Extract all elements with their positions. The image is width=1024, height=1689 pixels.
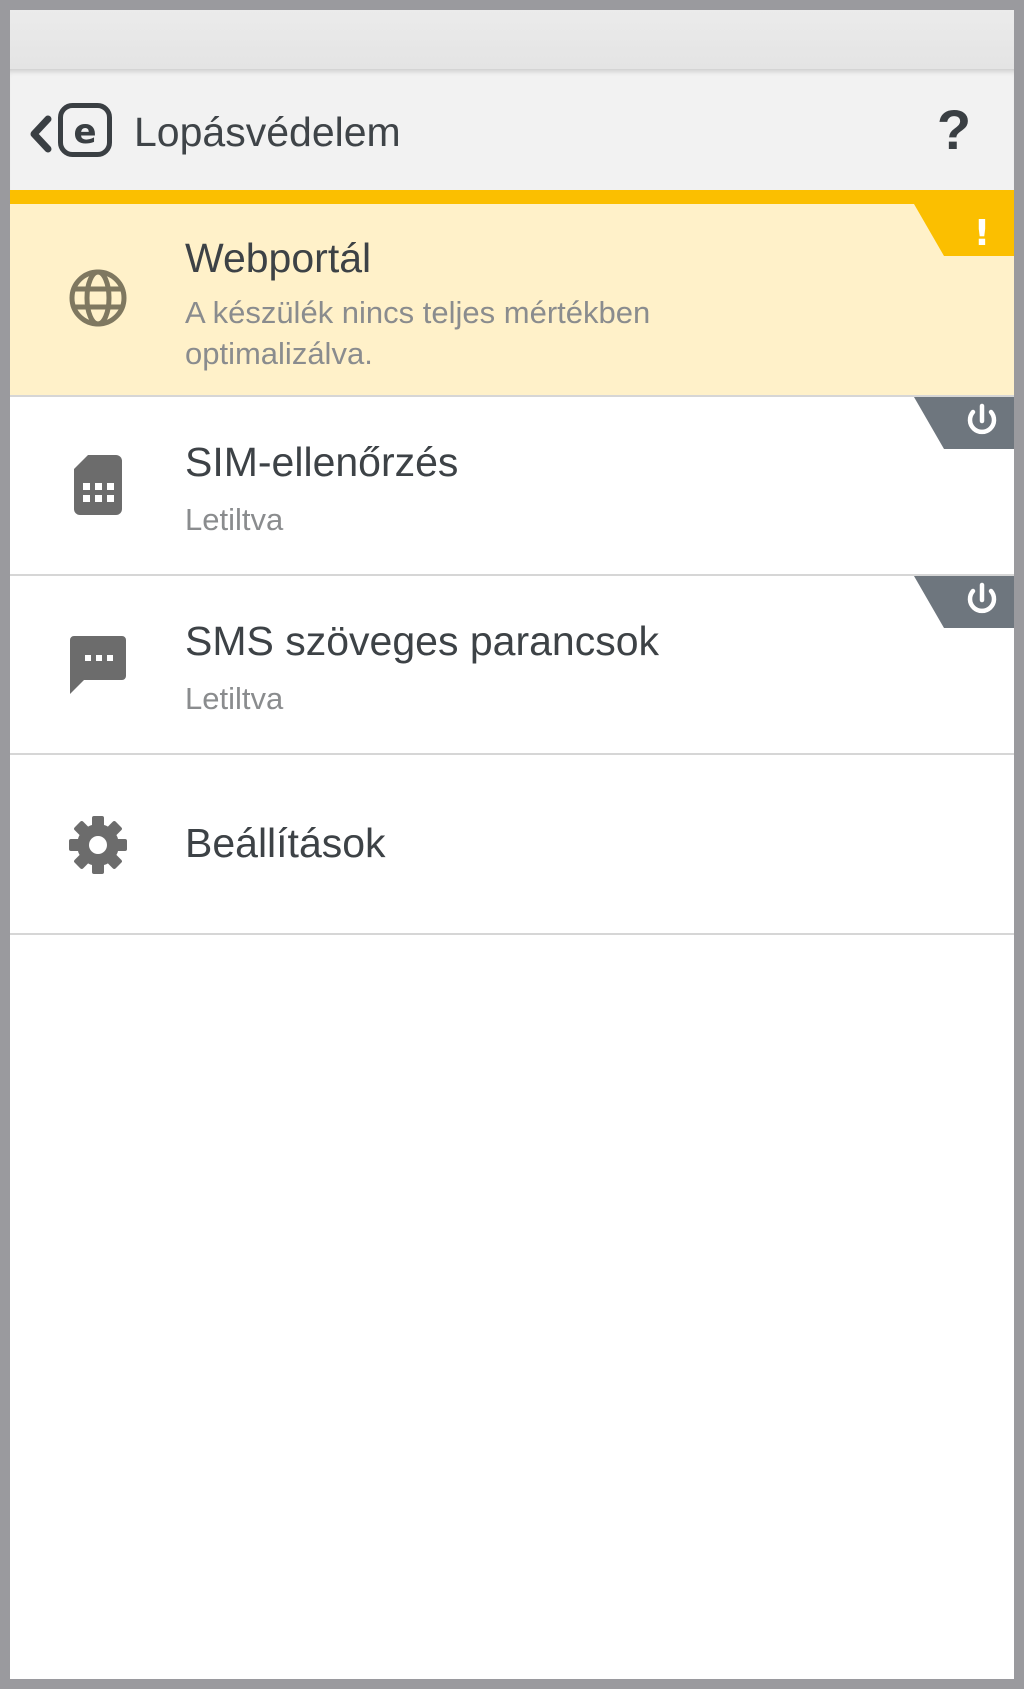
warning-exclamation-icon: ! bbox=[914, 204, 1014, 256]
status-bar bbox=[10, 10, 1014, 69]
logo-letter: e bbox=[73, 112, 96, 152]
app-bar: e Lopásvédelem ? bbox=[10, 69, 1014, 190]
list-item-sms-commands[interactable]: SMS szöveges parancsok Letiltva bbox=[10, 576, 1014, 755]
settings-title: Beállítások bbox=[185, 820, 386, 866]
power-icon bbox=[914, 397, 1014, 449]
help-button[interactable]: ? bbox=[934, 102, 974, 158]
warning-badge: ! bbox=[914, 204, 1014, 256]
back-chevron-icon[interactable] bbox=[27, 115, 53, 153]
eset-logo-icon: e bbox=[58, 103, 112, 157]
warning-strip bbox=[10, 190, 1014, 204]
warning-badge-text: ! bbox=[974, 213, 990, 254]
sim-check-title: SIM-ellenőrzés bbox=[185, 439, 459, 485]
app-screen: e Lopásvédelem ? Webportál A készülék ni… bbox=[10, 10, 1014, 1679]
list-item-sim-check[interactable]: SIM-ellenőrzés Letiltva bbox=[10, 397, 1014, 576]
disabled-badge bbox=[914, 397, 1014, 449]
sim-card-icon bbox=[74, 455, 122, 515]
webportal-title: Webportál bbox=[185, 235, 372, 281]
sms-commands-title: SMS szöveges parancsok bbox=[185, 618, 660, 664]
sms-message-icon bbox=[70, 636, 126, 694]
webportal-status: A készülék nincs teljes mértékben optima… bbox=[185, 295, 651, 371]
gear-icon bbox=[69, 816, 127, 874]
list-item-webportal[interactable]: Webportál A készülék nincs teljes mérték… bbox=[10, 204, 1014, 397]
list-item-settings[interactable]: Beállítások bbox=[10, 755, 1014, 935]
sim-check-status: Letiltva bbox=[185, 502, 284, 537]
sms-commands-status: Letiltva bbox=[185, 681, 284, 716]
power-icon bbox=[914, 576, 1014, 628]
page-title: Lopásvédelem bbox=[134, 109, 401, 155]
globe-icon bbox=[69, 269, 127, 327]
disabled-badge bbox=[914, 576, 1014, 628]
